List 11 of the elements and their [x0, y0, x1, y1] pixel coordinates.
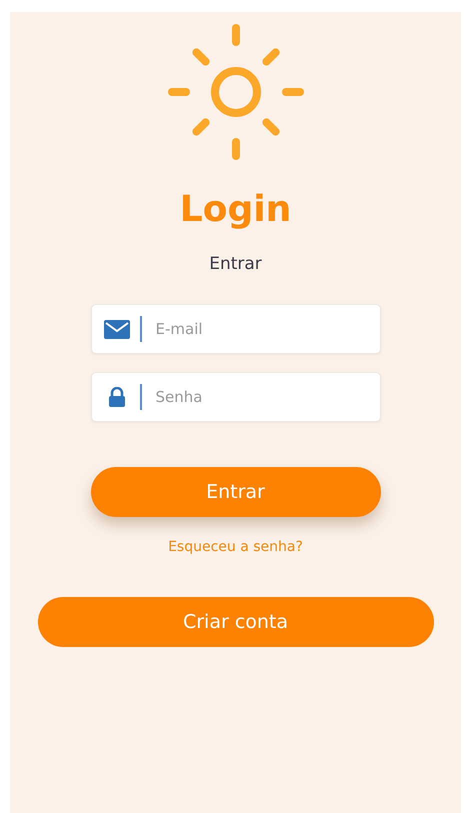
- password-input[interactable]: Senha: [152, 388, 380, 406]
- envelope-icon: [104, 320, 130, 338]
- create-account-button[interactable]: Criar conta: [38, 597, 434, 647]
- subtitle: Entrar: [209, 254, 262, 274]
- email-field[interactable]: E-mail: [90, 304, 380, 354]
- forgot-password-link[interactable]: Esqueceu a senha?: [168, 539, 303, 555]
- email-input[interactable]: E-mail: [152, 320, 380, 338]
- password-field[interactable]: Senha: [90, 372, 380, 422]
- sun-icon: [166, 22, 306, 162]
- page-title: Login: [180, 188, 292, 232]
- login-button[interactable]: Entrar: [90, 467, 380, 517]
